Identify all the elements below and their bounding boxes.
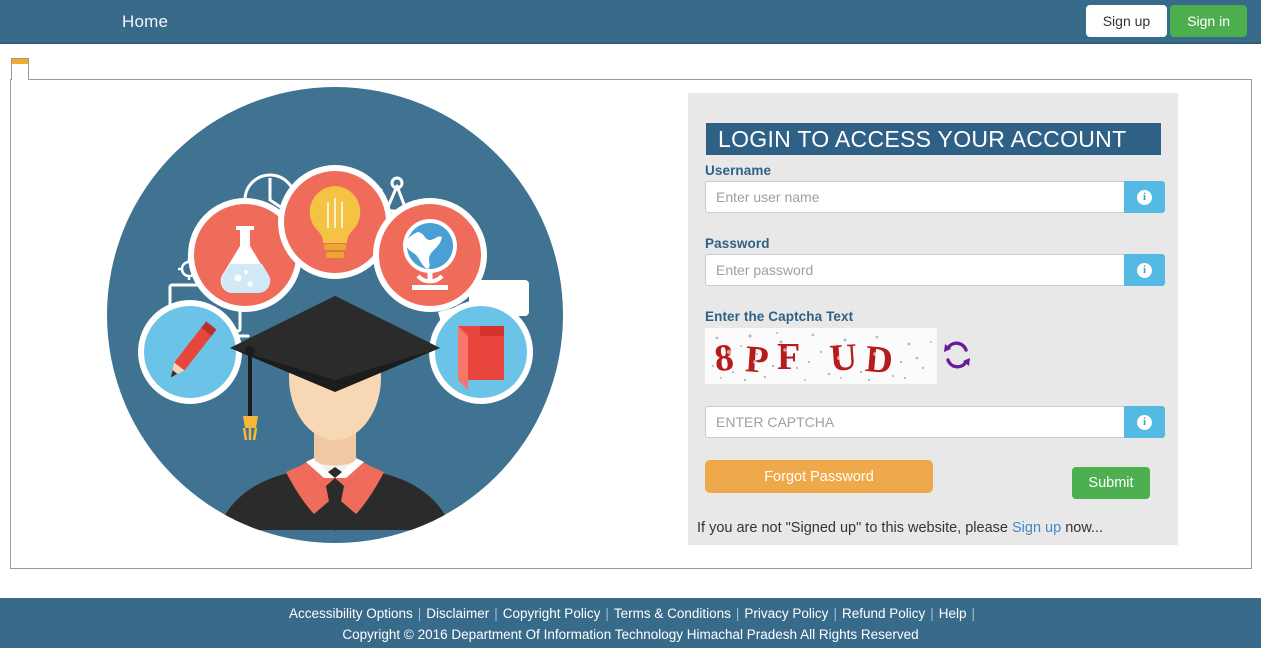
graduate-student-education-illustration	[100, 80, 570, 550]
username-input[interactable]	[705, 181, 1124, 213]
login-panel: LOGIN TO ACCESS YOUR ACCOUNT Username i …	[688, 93, 1178, 545]
sign-up-button[interactable]: Sign up	[1085, 5, 1168, 37]
footer-links: Accessibility Options | Disclaimer | Copyrig…	[0, 605, 1261, 623]
info-icon: i	[1137, 414, 1152, 430]
footer-link-disclaimer[interactable]: Disclaimer	[422, 606, 493, 621]
captcha-field-row: i	[705, 406, 1165, 438]
username-label: Username	[705, 163, 772, 178]
signup-note: If you are not "Signed up" to this websi…	[697, 520, 1103, 536]
svg-text:U: U	[828, 336, 858, 380]
nav-auth-buttons: Sign up Sign in	[1085, 5, 1247, 37]
footer-copyright: Copyright © 2016 Department Of Informati…	[342, 627, 919, 642]
forgot-password-button[interactable]: Forgot Password	[705, 460, 933, 493]
footer-link-refund-policy[interactable]: Refund Policy	[838, 606, 929, 621]
footer-separator: |	[971, 606, 976, 621]
info-icon: i	[1137, 262, 1152, 278]
username-info-button[interactable]: i	[1124, 181, 1165, 213]
globe-icon	[373, 198, 487, 312]
svg-text:D: D	[864, 338, 895, 382]
refresh-captcha-icon[interactable]	[940, 338, 974, 372]
illustration-svg	[107, 87, 563, 543]
footer-separator: |	[494, 606, 498, 621]
svg-text:P: P	[744, 338, 770, 382]
password-field-row: i	[705, 254, 1165, 286]
info-icon: i	[1137, 189, 1152, 205]
page-footer: Accessibility Options | Disclaimer | Copyrig…	[0, 598, 1261, 648]
captcha-label: Enter the Captcha Text	[705, 309, 854, 324]
username-field-row: i	[705, 181, 1165, 213]
footer-link-help[interactable]: Help	[935, 606, 971, 621]
captcha-image: 8 P F U D	[705, 328, 937, 384]
pencil-icon	[138, 300, 242, 404]
password-info-button[interactable]: i	[1124, 254, 1165, 286]
captcha-input[interactable]	[705, 406, 1124, 438]
footer-link-copyright-policy[interactable]: Copyright Policy	[499, 606, 605, 621]
signup-note-suffix: now...	[1061, 520, 1104, 536]
signup-note-prefix: If you are not "Signed up" to this websi…	[697, 520, 1012, 536]
panel-corner-tab-accent	[12, 59, 28, 64]
signup-note-link[interactable]: Sign up	[1012, 520, 1061, 536]
login-panel-title: LOGIN TO ACCESS YOUR ACCOUNT	[706, 123, 1161, 155]
password-input[interactable]	[705, 254, 1124, 286]
footer-link-privacy-policy[interactable]: Privacy Policy	[740, 606, 832, 621]
book-icon	[429, 300, 533, 404]
panel-corner-tab[interactable]	[11, 58, 29, 80]
top-navbar: Home Sign up Sign in	[0, 0, 1261, 44]
sign-in-button[interactable]: Sign in	[1170, 5, 1247, 37]
captcha-info-button[interactable]: i	[1124, 406, 1165, 438]
footer-link-terms-conditions[interactable]: Terms & Conditions	[610, 606, 735, 621]
footer-separator: |	[930, 606, 934, 621]
submit-button[interactable]: Submit	[1072, 467, 1150, 499]
nav-link-home[interactable]: Home	[122, 10, 168, 34]
footer-link-accessibility-options[interactable]: Accessibility Options	[285, 606, 417, 621]
svg-text:F: F	[777, 336, 800, 378]
password-label: Password	[705, 236, 770, 251]
